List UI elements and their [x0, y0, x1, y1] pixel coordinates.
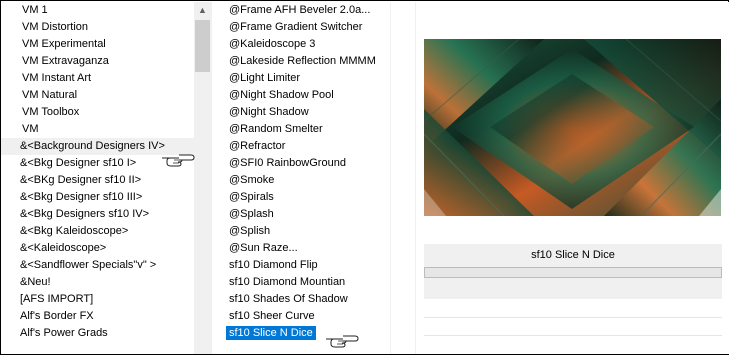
category-item[interactable]: &<Kaleidoscope>	[1, 240, 194, 257]
category-scrollbar[interactable]: ▲	[194, 2, 211, 354]
filter-label: @Splash	[229, 208, 274, 220]
filter-item[interactable]: @Spirals	[225, 189, 390, 206]
scrollbar-thumb[interactable]	[195, 20, 210, 72]
category-label: &<Bkg Designer sf10 I>	[20, 157, 137, 169]
filter-item[interactable]: sf10 Sheer Curve	[225, 308, 390, 325]
filter-item[interactable]: @Light Limiter	[225, 70, 390, 87]
category-label: &<BKg Designer sf10 II>	[20, 174, 142, 186]
filter-item-selected[interactable]: sf10 Slice N Dice	[225, 325, 390, 342]
pointing-hand-icon	[326, 335, 359, 348]
category-item[interactable]: &<Bkg Designer sf10 III>	[1, 189, 194, 206]
filter-label: @Frame AFH Beveler 2.0a...	[229, 4, 371, 16]
category-label: [AFS IMPORT]	[20, 293, 94, 305]
category-item[interactable]: VM Extravaganza	[1, 53, 194, 70]
filter-label: @Refractor	[229, 140, 286, 152]
divider	[424, 317, 722, 318]
category-label: Alf's Power Grads	[20, 327, 108, 339]
category-item[interactable]: [AFS IMPORT]	[1, 291, 194, 308]
filter-item[interactable]: @Frame AFH Beveler 2.0a...	[225, 2, 390, 19]
category-item[interactable]: VM Experimental	[1, 36, 194, 53]
category-item[interactable]: VM Natural	[1, 87, 194, 104]
filter-item[interactable]: @Night Shadow	[225, 104, 390, 121]
filter-label: @Frame Gradient Switcher	[229, 21, 363, 33]
filter-label: @Splish	[229, 225, 271, 237]
filter-item[interactable]: sf10 Diamond Flip	[225, 257, 390, 274]
filter-item[interactable]: @Night Shadow Pool	[225, 87, 390, 104]
filter-label: @Smoke	[229, 174, 275, 186]
selected-filter-name: sf10 Slice N Dice	[531, 249, 615, 261]
category-item[interactable]: Alf's Power Grads	[1, 325, 194, 342]
filter-item[interactable]: sf10 Shades Of Shadow	[225, 291, 390, 308]
filter-label: @Lakeside Reflection MMMM	[229, 55, 376, 67]
category-label: &Neu!	[20, 276, 51, 288]
divider	[390, 2, 391, 354]
filter-item[interactable]: @Kaleidoscope 3	[225, 36, 390, 53]
category-label: &<Background Designers IV>	[20, 140, 165, 152]
category-label: VM Distortion	[22, 21, 89, 33]
category-item[interactable]: VM	[1, 121, 194, 138]
filter-preview-image	[424, 39, 721, 216]
scroll-up-arrow-icon[interactable]: ▲	[194, 2, 211, 19]
filter-label: @Kaleidoscope 3	[229, 38, 316, 50]
category-label: VM Toolbox	[22, 106, 80, 118]
filter-label: @Sun Raze...	[229, 242, 298, 254]
category-label: VM Experimental	[22, 38, 106, 50]
pointing-hand-icon	[162, 154, 195, 167]
filter-item[interactable]: @Lakeside Reflection MMMM	[225, 53, 390, 70]
filter-label: sf10 Sheer Curve	[229, 310, 315, 322]
filter-item[interactable]: @Refractor	[225, 138, 390, 155]
filter-label: @Spirals	[229, 191, 274, 203]
category-label: &<Bkg Designers sf10 IV>	[20, 208, 150, 220]
category-label: VM Instant Art	[22, 72, 92, 84]
category-item[interactable]: Alf's Border FX	[1, 308, 194, 325]
category-item[interactable]: VM 1	[1, 2, 194, 19]
category-label: VM 1	[22, 4, 48, 16]
preview-pattern	[424, 39, 721, 216]
selected-filter-panel: sf10 Slice N Dice	[424, 244, 722, 299]
filter-item[interactable]: @Frame Gradient Switcher	[225, 19, 390, 36]
category-label: &<Kaleidoscope>	[20, 242, 107, 254]
filter-label: sf10 Diamond Mountian	[229, 276, 346, 288]
category-item[interactable]: &<Sandflower Specials"v" >	[1, 257, 194, 274]
category-item[interactable]: VM Distortion	[1, 19, 194, 36]
category-item[interactable]: VM Toolbox	[1, 104, 194, 121]
category-label: VM Extravaganza	[22, 55, 109, 67]
category-item[interactable]: VM Instant Art	[1, 70, 194, 87]
filter-item[interactable]: @Splash	[225, 206, 390, 223]
filter-label: @Night Shadow Pool	[229, 89, 334, 101]
filter-item[interactable]: @Splish	[225, 223, 390, 240]
filter-label: @Random Smelter	[229, 123, 323, 135]
category-label: &<Bkg Kaleidoscope>	[20, 225, 129, 237]
category-item[interactable]: &<Bkg Kaleidoscope>	[1, 223, 194, 240]
filter-item[interactable]: sf10 Diamond Mountian	[225, 274, 390, 291]
category-label: Alf's Border FX	[20, 310, 94, 322]
category-label: &<Bkg Designer sf10 III>	[20, 191, 143, 203]
category-label: &<Sandflower Specials"v" >	[20, 259, 157, 271]
filter-label: sf10 Shades Of Shadow	[229, 293, 348, 305]
filter-info-bar	[424, 267, 722, 278]
divider	[211, 2, 212, 354]
filter-label: @Light Limiter	[229, 72, 301, 84]
category-label: VM Natural	[22, 89, 78, 101]
filter-item[interactable]: @Random Smelter	[225, 121, 390, 138]
filter-label: @Night Shadow	[229, 106, 309, 118]
divider	[424, 335, 722, 336]
filter-list[interactable]: @Frame AFH Beveler 2.0a... @Frame Gradie…	[225, 2, 390, 354]
filter-label: @SFI0 RainbowGround	[229, 157, 346, 169]
category-item[interactable]: &<Bkg Designers sf10 IV>	[1, 206, 194, 223]
filters-unlimited-browser: VM 1 VM Distortion VM Experimental VM Ex…	[0, 0, 729, 355]
category-list[interactable]: VM 1 VM Distortion VM Experimental VM Ex…	[1, 2, 194, 354]
filter-label: sf10 Slice N Dice	[226, 326, 316, 340]
filter-item[interactable]: @SFI0 RainbowGround	[225, 155, 390, 172]
category-item[interactable]: &<BKg Designer sf10 II>	[1, 172, 194, 189]
category-item[interactable]: &Neu!	[1, 274, 194, 291]
category-label: VM	[22, 123, 39, 135]
filter-label: sf10 Diamond Flip	[229, 259, 318, 271]
filter-item[interactable]: @Sun Raze...	[225, 240, 390, 257]
filter-item[interactable]: @Smoke	[225, 172, 390, 189]
